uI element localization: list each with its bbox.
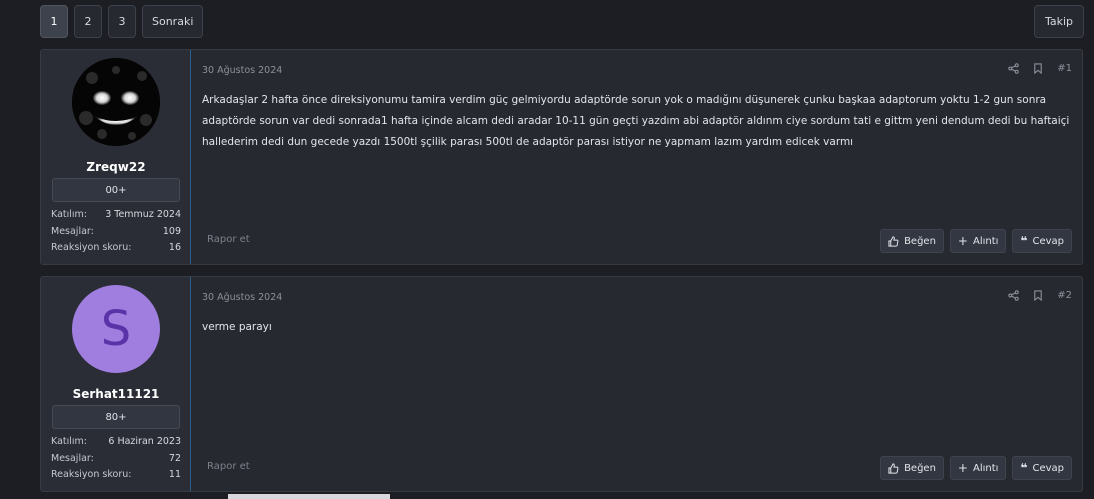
stat-value: 3 Temmuz 2024 [105, 209, 181, 220]
page-3-button[interactable]: 3 [108, 5, 136, 38]
follow-button[interactable]: Takip [1033, 5, 1084, 38]
user-title-badge: 00+ [52, 178, 180, 202]
stat-label: Katılım: [51, 209, 87, 220]
quote-button[interactable]: + Alıntı [949, 456, 1007, 480]
reply-button[interactable]: ❝ Cevap [1012, 456, 1072, 480]
user-title-badge: 80+ [52, 405, 180, 429]
page-1-button[interactable]: 1 [40, 5, 68, 38]
post-number[interactable]: #1 [1057, 63, 1072, 74]
stat-messages: Mesajlar: 72 [51, 451, 181, 468]
post-2: S Serhat11121 80+ Katılım: 6 Haziran 202… [40, 276, 1083, 492]
stat-value: 109 [162, 225, 181, 237]
plus-icon: + [957, 234, 968, 248]
stat-label: Reaksiyon skoru: [51, 242, 132, 253]
post-date[interactable]: 30 Ağustos 2024 [202, 65, 282, 76]
report-link[interactable]: Rapor et [207, 234, 250, 245]
like-button[interactable]: Beğen [880, 456, 944, 480]
user-stats: Katılım: 6 Haziran 2023 Mesajlar: 72 Rea… [51, 434, 181, 484]
next-page-button[interactable]: Sonraki [142, 5, 204, 38]
post-1: Zreqw22 00+ Katılım: 3 Temmuz 2024 Mesaj… [40, 49, 1083, 265]
post-content: 30 Ağustos 2024 #1 Arkadaşlar 2 hafta ön… [191, 50, 1082, 264]
stat-value: 72 [168, 452, 181, 464]
stat-value: 6 Haziran 2023 [108, 436, 181, 447]
pagination: 1 2 3 Sonraki [40, 5, 204, 38]
bookmark-icon[interactable] [1033, 290, 1043, 301]
post-date[interactable]: 30 Ağustos 2024 [202, 292, 282, 303]
stat-messages: Mesajlar: 109 [51, 224, 181, 241]
username[interactable]: Zreqw22 [41, 160, 191, 174]
bookmark-icon[interactable] [1033, 63, 1043, 74]
share-icon[interactable] [1008, 290, 1019, 301]
page-2-button[interactable]: 2 [74, 5, 102, 38]
avatar-letter: S [100, 301, 132, 357]
reply-label: Cevap [1032, 462, 1064, 474]
post-body: verme parayı [202, 321, 272, 333]
post-action-bar: Beğen + Alıntı ❝ Cevap [880, 456, 1072, 480]
stat-label: Mesajlar: [51, 452, 94, 464]
share-icon[interactable] [1008, 63, 1019, 74]
stat-joined: Katılım: 6 Haziran 2023 [51, 434, 181, 451]
quote-label: Alıntı [972, 462, 999, 474]
stat-label: Mesajlar: [51, 225, 94, 237]
stat-reaction: Reaksiyon skoru: 11 [51, 467, 181, 484]
user-panel: Zreqw22 00+ Katılım: 3 Temmuz 2024 Mesaj… [41, 50, 191, 264]
post-body: Arkadaşlar 2 hafta önce direksiyonumu ta… [202, 94, 1070, 148]
post-number[interactable]: #2 [1057, 290, 1072, 301]
reply-button[interactable]: ❝ Cevap [1012, 229, 1072, 253]
thumbs-up-icon [888, 462, 899, 474]
avatar[interactable]: S [72, 285, 160, 373]
stat-label: Katılım: [51, 436, 87, 447]
post-content: 30 Ağustos 2024 #2 verme parayı Rapor et… [191, 277, 1082, 491]
user-stats: Katılım: 3 Temmuz 2024 Mesajlar: 109 Rea… [51, 207, 181, 257]
avatar[interactable] [72, 58, 160, 146]
plus-icon: + [957, 461, 968, 475]
post-tools: #1 [1008, 63, 1072, 74]
stat-label: Reaksiyon skoru: [51, 469, 132, 480]
bottom-scroll-strip [228, 494, 390, 499]
quote-icon: ❝ [1020, 461, 1028, 475]
quote-label: Alıntı [972, 235, 999, 247]
like-label: Beğen [904, 235, 936, 247]
quote-button[interactable]: + Alıntı [949, 229, 1007, 253]
stat-value: 16 [168, 242, 181, 253]
stat-joined: Katılım: 3 Temmuz 2024 [51, 207, 181, 224]
like-label: Beğen [904, 462, 936, 474]
quote-icon: ❝ [1020, 234, 1028, 248]
reply-label: Cevap [1032, 235, 1064, 247]
report-link[interactable]: Rapor et [207, 461, 250, 472]
thumbs-up-icon [888, 235, 899, 247]
username[interactable]: Serhat11121 [41, 387, 191, 401]
post-tools: #2 [1008, 290, 1072, 301]
stat-reaction: Reaksiyon skoru: 16 [51, 240, 181, 257]
post-action-bar: Beğen + Alıntı ❝ Cevap [880, 229, 1072, 253]
like-button[interactable]: Beğen [880, 229, 944, 253]
user-panel: S Serhat11121 80+ Katılım: 6 Haziran 202… [41, 277, 191, 491]
stat-value: 11 [168, 469, 181, 480]
